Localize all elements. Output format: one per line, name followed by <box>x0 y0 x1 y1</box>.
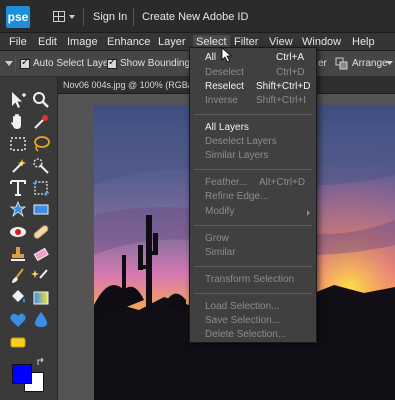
quick-selection-icon[interactable] <box>30 155 52 177</box>
lasso-icon[interactable] <box>30 133 52 155</box>
app-logo: pse <box>6 6 30 28</box>
top-bar: pse Sign In Create New Adobe ID <box>0 0 395 33</box>
tool-options-menu-icon[interactable] <box>5 61 13 67</box>
layout-button[interactable] <box>49 8 77 26</box>
menu-item-delete-selection[interactable]: Delete Selection... <box>190 329 316 342</box>
magic-wand-icon[interactable] <box>7 155 29 177</box>
type-icon[interactable] <box>7 177 29 199</box>
chevron-down-icon <box>69 15 75 19</box>
sign-in-link[interactable]: Sign In <box>93 11 127 23</box>
menu-item-similar[interactable]: Similar <box>190 247 316 260</box>
create-adobe-id-link[interactable]: Create New Adobe ID <box>142 11 248 23</box>
marquee-icon[interactable] <box>7 133 29 155</box>
menu-item-all[interactable]: All Ctrl+A <box>190 52 316 65</box>
menu-separator <box>194 225 312 226</box>
divider <box>83 8 84 26</box>
menu-separator <box>194 293 312 294</box>
layer-label-fragment: er <box>318 58 327 69</box>
cookie-cutter-icon[interactable] <box>7 199 29 221</box>
menu-separator <box>194 114 312 115</box>
gradient-icon[interactable] <box>30 287 52 309</box>
swap-colors-icon[interactable] <box>36 358 46 368</box>
arrange-icon <box>335 57 348 70</box>
move-icon[interactable] <box>7 89 29 111</box>
auto-select-checkbox[interactable] <box>20 57 30 69</box>
menu-item-refine-edge[interactable]: Refine Edge... <box>190 191 316 204</box>
toolbox <box>0 77 58 400</box>
clone-stamp-icon[interactable] <box>7 243 29 265</box>
eraser-icon[interactable] <box>30 243 52 265</box>
menu-edit[interactable]: Edit <box>38 36 57 48</box>
straighten-icon[interactable] <box>30 199 52 221</box>
menu-separator <box>194 266 312 267</box>
submenu-arrow-icon <box>307 210 310 216</box>
document-tab-label: Nov06 004s.jpg @ 100% (RGB/8) * <box>63 80 205 90</box>
healing-brush-icon[interactable] <box>30 221 52 243</box>
menu-item-transform-selection[interactable]: Transform Selection <box>190 274 316 287</box>
menu-item-grow[interactable]: Grow <box>190 233 316 246</box>
menu-item-inverse[interactable]: Inverse Shift+Ctrl+I <box>190 95 316 108</box>
menu-item-all-layers[interactable]: All Layers <box>190 122 316 135</box>
menu-item-save-selection[interactable]: Save Selection... <box>190 315 316 328</box>
red-eye-icon[interactable] <box>7 221 29 243</box>
divider <box>15 56 16 72</box>
layout-grid-icon <box>53 11 65 22</box>
menu-item-deselect-layers[interactable]: Deselect Layers <box>190 136 316 149</box>
mouse-cursor-icon <box>221 47 233 63</box>
menu-separator <box>194 169 312 170</box>
menu-item-reselect[interactable]: Reselect Shift+Ctrl+D <box>190 81 316 94</box>
color-swatches[interactable] <box>12 358 48 394</box>
menu-item-load-selection[interactable]: Load Selection... <box>190 301 316 314</box>
menu-item-deselect[interactable]: Deselect Ctrl+D <box>190 67 316 80</box>
menu-item-modify[interactable]: Modify <box>190 206 316 219</box>
show-bounding-box-checkbox[interactable] <box>107 57 117 69</box>
menu-file[interactable]: File <box>9 36 27 48</box>
eyedropper-icon[interactable] <box>30 111 52 133</box>
show-bounding-box-label: Show Bounding B <box>120 58 200 69</box>
auto-select-label: Auto Select Layer <box>33 58 112 69</box>
custom-shape-icon[interactable] <box>7 309 29 331</box>
select-menu-dropdown: All Ctrl+A Deselect Ctrl+D Reselect Shif… <box>189 47 317 343</box>
blur-icon[interactable] <box>30 309 52 331</box>
arrange-button[interactable]: Arrange <box>352 58 388 69</box>
chevron-down-icon <box>386 61 393 65</box>
smart-brush-icon[interactable] <box>30 265 52 287</box>
menu-layer[interactable]: Layer <box>158 36 186 48</box>
zoom-icon[interactable] <box>30 89 52 111</box>
menu-image[interactable]: Image <box>67 36 98 48</box>
menu-item-similar-layers[interactable]: Similar Layers <box>190 150 316 163</box>
crop-icon[interactable] <box>30 177 52 199</box>
menu-enhance[interactable]: Enhance <box>107 36 150 48</box>
paint-bucket-icon[interactable] <box>7 287 29 309</box>
brush-icon[interactable] <box>7 265 29 287</box>
menu-item-feather[interactable]: Feather... Alt+Ctrl+D <box>190 177 316 190</box>
hand-icon[interactable] <box>7 111 29 133</box>
sponge-icon[interactable] <box>7 331 29 353</box>
divider <box>133 8 134 26</box>
foreground-color-swatch[interactable] <box>12 364 32 384</box>
menu-help[interactable]: Help <box>352 36 375 48</box>
